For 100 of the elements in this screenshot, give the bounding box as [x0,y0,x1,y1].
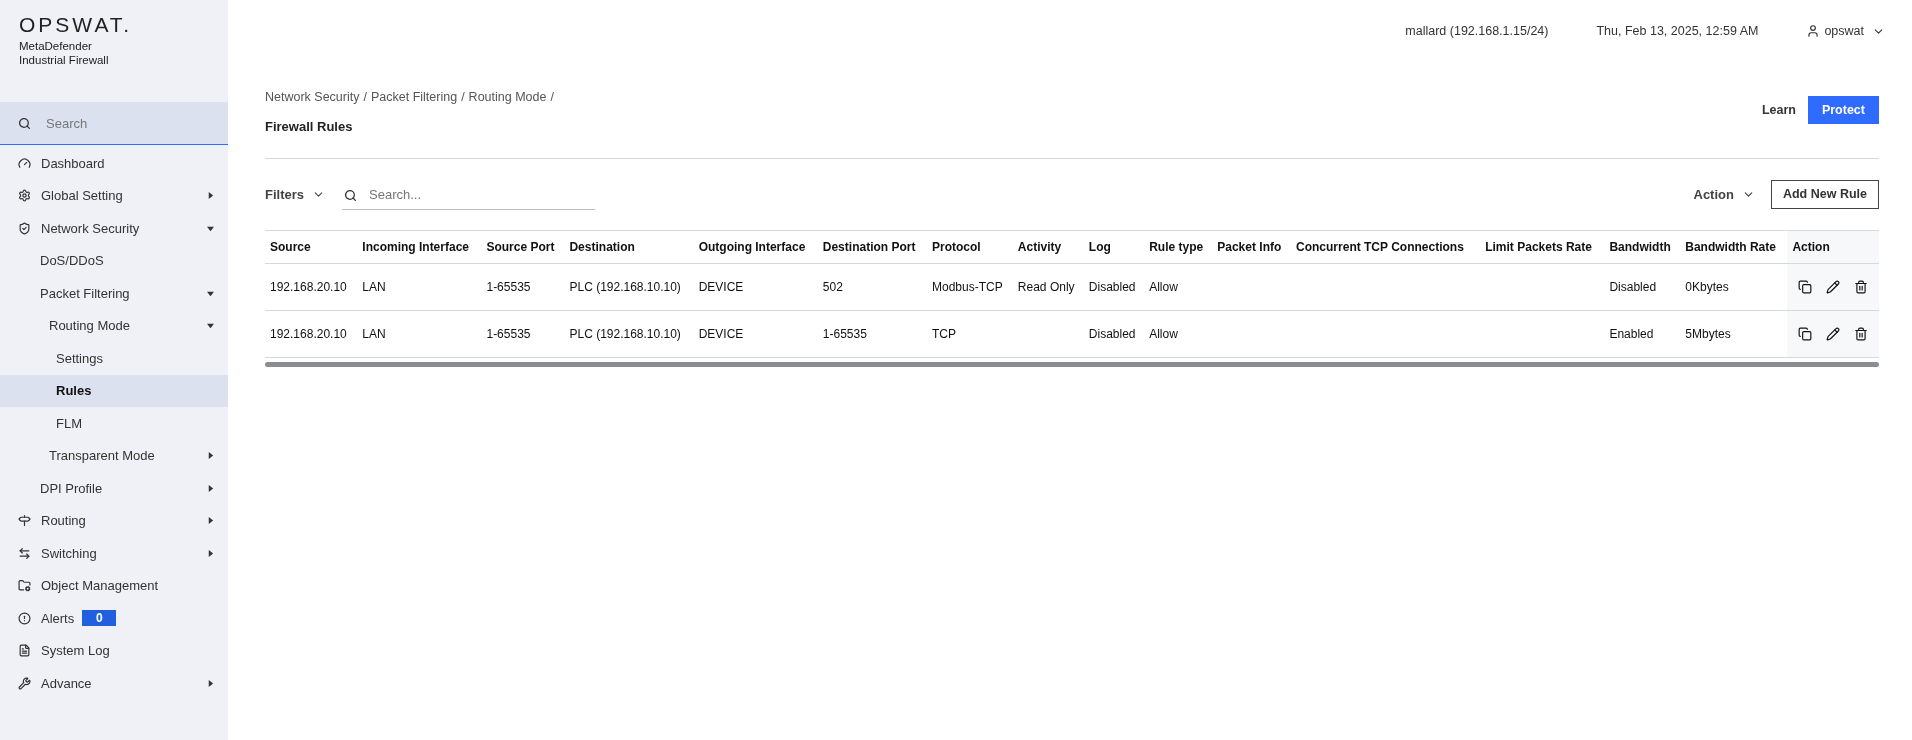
table-cell: DEVICE [693,263,818,311]
page-title: Firewall Rules [265,117,354,136]
column-header: Limit Packets Rate [1480,230,1605,264]
edit-icon[interactable] [1826,280,1841,295]
table-cell: Disabled [1083,263,1145,311]
folder-gear-icon [18,579,31,593]
breadcrumb-separator: / [461,89,465,106]
table-cell: Modbus-TCP [927,263,1013,311]
date-time: Thu, Feb 13, 2025, 12:59 AM [1596,22,1759,40]
breadcrumb-separator: / [363,89,367,106]
table-cell: Allow [1144,263,1213,311]
column-header: Rule type [1144,230,1213,264]
add-rule-button[interactable]: Add New Rule [1770,180,1879,210]
sidebar-item[interactable]: FLM [0,407,228,440]
table-cell: LAN [357,310,482,358]
column-header: Bandwidth [1604,230,1681,264]
sidebar-item[interactable]: Switching [0,537,228,570]
search-icon [18,117,31,130]
delete-icon[interactable] [1854,280,1869,295]
protect-button[interactable]: Protect [1807,96,1879,124]
table-cell: Enabled [1604,310,1681,358]
search-field[interactable]: Search... [342,179,595,210]
column-header: Packet Info [1212,230,1292,264]
column-header: Source Port [481,230,565,264]
edit-icon[interactable] [1826,327,1841,342]
sidebar-item[interactable]: Global Setting [0,179,228,212]
sidebar-item[interactable]: System Log [0,634,228,667]
table-cell: TCP [927,310,1013,358]
column-header: Log [1083,230,1145,264]
count-badge: 0 [82,610,117,627]
gauge-icon [18,156,31,170]
learn-button[interactable]: Learn [1761,100,1796,120]
sidebar-item[interactable]: Object Management [0,569,228,602]
column-header: Protocol [927,230,1013,264]
logo: OPSWAT. [19,14,134,35]
caret-icon [207,517,214,525]
table-cell: Allow [1144,310,1213,358]
caret-icon [207,289,214,297]
column-header: Outgoing Interface [693,230,818,264]
caret-icon [207,484,214,492]
table-cell: PLC (192.168.10.10) [564,263,694,311]
search-icon [344,188,357,202]
table-cell: LAN [357,263,482,311]
table-cell: 1-65535 [481,310,565,358]
alert-icon [18,611,31,625]
breadcrumb-link[interactable]: Routing Mode [468,88,547,107]
sidebar-item[interactable]: Packet Filtering [0,277,228,310]
product-name: MetaDefender Industrial Firewall [19,39,110,67]
user-menu[interactable]: opswat [1806,21,1885,41]
sidebar-item[interactable]: Network Security [0,212,228,245]
sidebar-item[interactable]: Rules [0,374,228,407]
action-dropdown[interactable]: Action [1693,185,1755,205]
sidebar-item[interactable]: Routing [0,504,228,537]
breadcrumb-link[interactable]: Network Security [265,88,360,107]
filters-dropdown[interactable]: Filters [265,185,325,205]
caret-icon [207,224,214,232]
horizontal-scrollbar[interactable] [265,362,1879,368]
table-cell: 0Kbytes [1680,263,1788,311]
gear-icon [18,189,31,203]
column-header: Concurrent TCP Connections [1291,230,1481,264]
wrench-icon [18,676,31,690]
column-header: Incoming Interface [357,230,482,264]
document-icon [18,644,31,658]
sidebar-item[interactable]: DPI Profile [0,472,228,505]
delete-icon[interactable] [1854,327,1869,342]
sidebar-item[interactable]: Advance [0,667,228,700]
copy-icon[interactable] [1798,327,1813,342]
search-field[interactable]: Search [0,102,228,145]
column-header: Bandwidth Rate [1680,230,1788,264]
table-cell: DEVICE [693,310,818,358]
sidebar-item[interactable]: Settings [0,342,228,375]
caret-icon [207,549,214,557]
caret-icon [207,322,214,330]
sidebar-item[interactable]: Alerts 0 [0,602,228,635]
table-cell: 5Mbytes [1680,310,1788,358]
shield-icon [18,221,31,235]
breadcrumb-link[interactable]: Packet Filtering [370,88,458,107]
host-label: mallard (192.168.1.15/24) [1405,22,1549,40]
column-header: Destination Port [817,230,927,264]
copy-icon[interactable] [1798,280,1813,295]
sidebar-item[interactable]: Routing Mode [0,309,228,342]
caret-icon [207,452,214,460]
table-cell: Read Only [1012,263,1084,311]
table-cell: 1-65535 [817,310,927,358]
user-icon [1806,24,1821,38]
caret-icon [207,679,214,687]
table-cell: Disabled [1604,263,1681,311]
sidebar-item[interactable]: Dashboard [0,147,228,180]
table-cell: 1-65535 [481,263,565,311]
table-cell: Disabled [1083,310,1145,358]
sidebar-item[interactable]: Transparent Mode [0,439,228,472]
sidebar-item[interactable]: DoS/DDoS [0,244,228,277]
column-header: Destination [564,230,694,264]
column-header: Source [265,230,358,264]
signpost-icon [18,514,31,528]
arrows-icon [18,546,31,560]
column-header: Activity [1012,230,1084,264]
breadcrumb-separator: / [550,89,554,106]
table-cell: PLC (192.168.10.10) [564,310,694,358]
table-cell: 502 [817,263,927,311]
